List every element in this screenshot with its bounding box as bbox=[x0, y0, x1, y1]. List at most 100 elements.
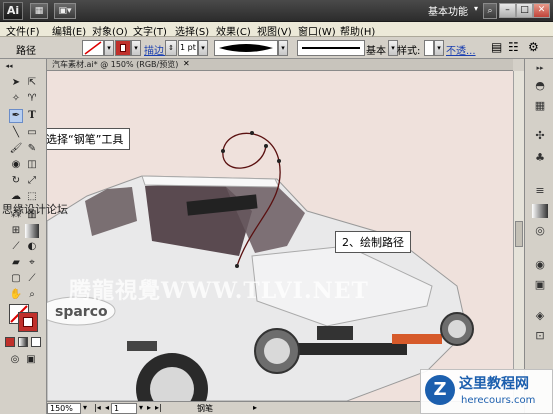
zoom-icon[interactable]: ⌕ bbox=[25, 288, 39, 302]
arrange-documents-button[interactable]: ▣▾ bbox=[54, 3, 76, 19]
brush-definition[interactable] bbox=[297, 40, 365, 56]
none-mode-icon[interactable] bbox=[31, 337, 41, 347]
profile-dropdown-icon[interactable]: ▾ bbox=[278, 40, 288, 56]
mesh-icon[interactable]: ⊞ bbox=[9, 224, 23, 238]
slice-icon[interactable]: ⌖ bbox=[25, 256, 39, 270]
document-setup-icon[interactable]: ▤ bbox=[491, 40, 502, 54]
variable-width-profile[interactable] bbox=[214, 40, 278, 56]
stroke-weight-field[interactable]: 1 pt bbox=[178, 40, 198, 56]
color-icon[interactable]: ◓ bbox=[532, 79, 548, 93]
gradient-icon[interactable] bbox=[25, 224, 39, 238]
type-icon[interactable]: T bbox=[25, 109, 39, 123]
page-dropdown-icon[interactable]: ▾ bbox=[139, 403, 143, 412]
status-menu-icon[interactable]: ▸ bbox=[253, 403, 257, 412]
pencil-icon[interactable]: ✎ bbox=[25, 142, 39, 156]
line-segment-icon[interactable]: ╲ bbox=[9, 126, 23, 140]
appearance-icon[interactable]: ◉ bbox=[532, 258, 548, 272]
blob-brush-icon[interactable]: ◉ bbox=[9, 158, 23, 172]
menu-view[interactable]: 视图(V) bbox=[257, 23, 292, 38]
menu-help[interactable]: 帮助(H) bbox=[340, 23, 375, 38]
paintbrush-icon[interactable]: 🖌 bbox=[9, 142, 23, 156]
brushes-icon[interactable]: ✣ bbox=[532, 129, 548, 143]
step1-callout: 1、选择“钢笔”工具 bbox=[47, 128, 131, 150]
control-bar: 路径 ▾ ▾ 描边: ⇕ 1 pt ▾ ▾ 基本 ▾ 样式: ▾ 不透... ▤… bbox=[0, 37, 553, 59]
pen-icon[interactable]: ✒ bbox=[9, 109, 23, 123]
knife-icon[interactable]: ⟋ bbox=[25, 272, 39, 286]
artboard-canvas[interactable]: sparco 1、选择“钢笔”工具 2、绘制路径 腾龍視覺WWW.TLVI.NE… bbox=[47, 71, 513, 401]
stroke-panel-link[interactable]: 描边: bbox=[144, 42, 167, 57]
tab-close-icon[interactable]: ✕ bbox=[183, 59, 190, 68]
artboards-icon[interactable]: ⊡ bbox=[532, 329, 548, 343]
graphic-style-swatch[interactable] bbox=[424, 40, 434, 56]
stroke-swatch[interactable] bbox=[115, 40, 131, 56]
lasso-icon[interactable]: ♈ bbox=[25, 92, 39, 106]
screen-mode-icon[interactable]: ▣ bbox=[24, 353, 38, 367]
panel-expand-icon[interactable]: ▸▸ bbox=[532, 61, 548, 75]
vertical-scrollbar[interactable] bbox=[513, 71, 524, 401]
bridge-button[interactable]: ▦ bbox=[30, 3, 48, 19]
eyedropper-icon[interactable]: ⟋ bbox=[9, 240, 23, 254]
gradient-mode-icon[interactable] bbox=[18, 337, 28, 347]
menu-window[interactable]: 窗口(W) bbox=[298, 23, 336, 38]
title-bar: Ai ▦ ▣▾ 基本功能 ▾ ⌕ – □ ✕ bbox=[0, 0, 553, 22]
eraser-icon[interactable]: ◫ bbox=[25, 158, 39, 172]
stroke-color-box[interactable] bbox=[18, 312, 38, 332]
live-paint-icon[interactable]: ▰ bbox=[9, 256, 23, 270]
symbols-icon[interactable]: ♣ bbox=[532, 151, 548, 165]
blend-icon[interactable]: ◐ bbox=[25, 240, 39, 254]
fill-swatch[interactable] bbox=[82, 40, 104, 56]
artboard-icon[interactable]: ▢ bbox=[9, 272, 23, 286]
menu-file[interactable]: 文件(F) bbox=[6, 23, 40, 38]
site-url: herecours.com bbox=[461, 395, 536, 406]
next-page-icon[interactable]: ▸ bbox=[147, 403, 151, 412]
search-help-icon[interactable]: ⌕ bbox=[483, 3, 497, 19]
swatches-icon[interactable]: ▦ bbox=[532, 99, 548, 113]
hand-icon[interactable]: ✋ bbox=[9, 288, 23, 302]
menu-select[interactable]: 选择(S) bbox=[175, 23, 209, 38]
scrollbar-thumb[interactable] bbox=[515, 221, 523, 247]
document-tab[interactable]: 汽车素材.ai* @ 150% (RGB/预览) ✕ bbox=[47, 59, 513, 71]
selection-type-label: 路径 bbox=[16, 46, 36, 57]
site-name: 这里教程网 bbox=[459, 376, 529, 392]
arrange-icon[interactable]: ☷ bbox=[508, 40, 519, 54]
selection-icon[interactable]: ➤ bbox=[9, 76, 23, 90]
scale-icon[interactable]: ⤢ bbox=[25, 174, 39, 188]
direct-selection-icon[interactable]: ⇱ bbox=[25, 76, 39, 90]
layers-icon[interactable]: ◈ bbox=[532, 309, 548, 323]
car-artwork: sparco bbox=[47, 131, 474, 401]
color-mode-icon[interactable] bbox=[5, 337, 15, 347]
panel-menu-icon[interactable]: ⚙ bbox=[528, 40, 539, 54]
stroke-weight-dropdown-icon[interactable]: ▾ bbox=[198, 40, 208, 56]
close-button[interactable]: ✕ bbox=[533, 3, 550, 18]
fill-dropdown-icon[interactable]: ▾ bbox=[104, 40, 114, 56]
style-dropdown-icon[interactable]: ▾ bbox=[434, 40, 444, 56]
menu-edit[interactable]: 编辑(E) bbox=[52, 23, 86, 38]
opacity-link[interactable]: 不透... bbox=[446, 42, 476, 57]
transparency-icon[interactable]: ◎ bbox=[532, 224, 548, 238]
menu-effect[interactable]: 效果(C) bbox=[216, 23, 251, 38]
zoom-field[interactable]: 150% bbox=[47, 403, 81, 414]
panel-collapse-icon[interactable]: ◂◂ bbox=[2, 59, 16, 73]
page-field[interactable]: 1 bbox=[111, 403, 137, 414]
rotate-icon[interactable]: ↻ bbox=[9, 174, 23, 188]
last-page-icon[interactable]: ▸| bbox=[155, 403, 162, 412]
menu-object[interactable]: 对象(O) bbox=[92, 23, 128, 38]
site-logo: Z bbox=[425, 375, 455, 405]
workspace-switcher[interactable]: 基本功能 bbox=[428, 3, 468, 18]
stroke-icon[interactable]: ≡ bbox=[532, 184, 548, 198]
draw-mode-icon[interactable]: ◎ bbox=[8, 353, 22, 367]
document-title: 汽车素材.ai* @ 150% (RGB/预览) bbox=[52, 60, 179, 69]
menu-type[interactable]: 文字(T) bbox=[133, 23, 167, 38]
magic-wand-icon[interactable]: ✧ bbox=[9, 92, 23, 106]
stroke-dropdown-icon[interactable]: ▾ bbox=[131, 40, 141, 56]
workspace-dropdown-icon[interactable]: ▾ bbox=[474, 4, 478, 13]
graphic-styles-icon[interactable]: ▣ bbox=[532, 278, 548, 292]
minimize-button[interactable]: – bbox=[499, 3, 516, 18]
first-page-icon[interactable]: |◂ bbox=[94, 403, 101, 412]
prev-page-icon[interactable]: ◂ bbox=[105, 403, 109, 412]
zoom-dropdown-icon[interactable]: ▾ bbox=[83, 403, 87, 412]
stroke-weight-stepper[interactable]: ⇕ bbox=[165, 40, 177, 56]
gradient-panel-icon[interactable] bbox=[532, 204, 548, 218]
rectangle-icon[interactable]: ▭ bbox=[25, 126, 39, 140]
maximize-button[interactable]: □ bbox=[516, 3, 533, 18]
